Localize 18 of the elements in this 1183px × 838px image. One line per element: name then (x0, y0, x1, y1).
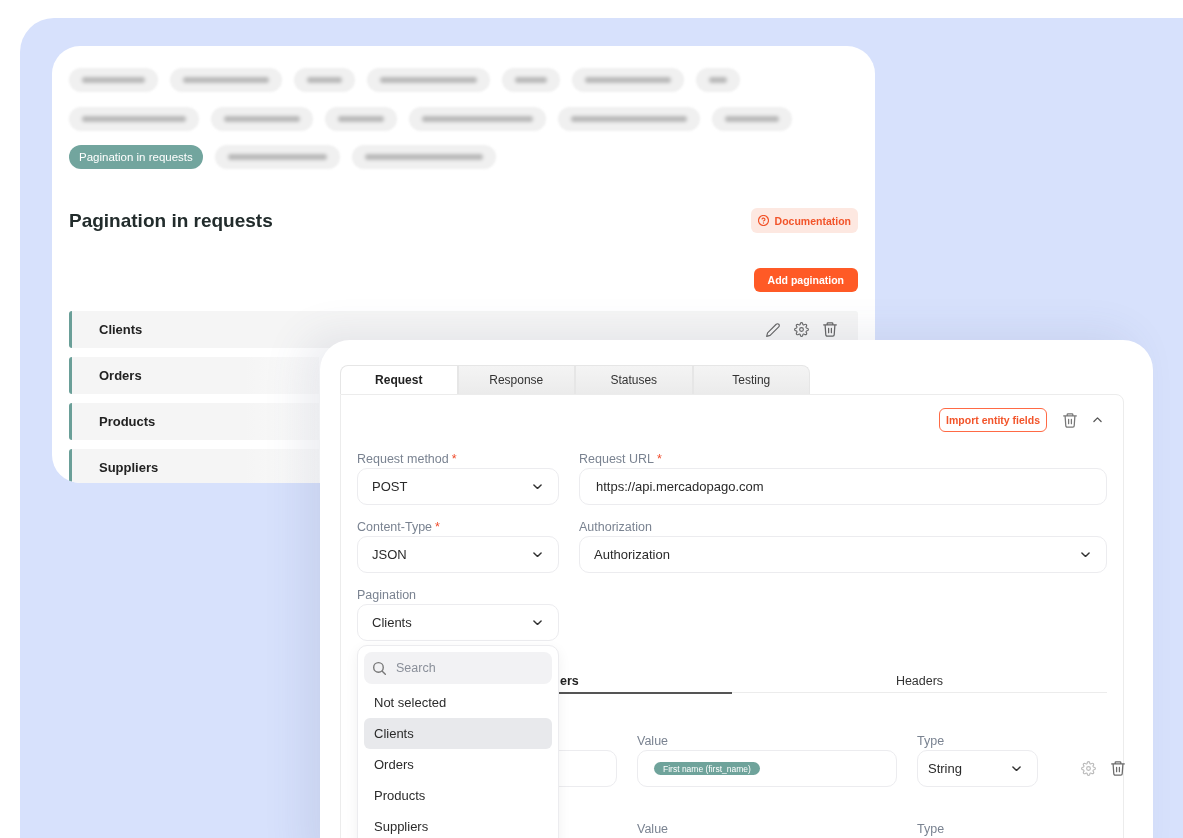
pagination-name: Orders (99, 368, 142, 383)
field-label: Type (917, 734, 946, 748)
pagination-name: Clients (99, 322, 143, 337)
required-mark: * (451, 452, 457, 466)
pagination-name: Products (99, 414, 156, 429)
field-tag: First name (first_name) (654, 762, 760, 775)
section-title: Pagination in requests (69, 209, 273, 232)
field-label: Value (637, 734, 670, 748)
required-mark: * (435, 520, 440, 534)
field-label: Request method (357, 452, 449, 466)
required-mark: * (657, 452, 662, 466)
field-label: Authorization (579, 520, 652, 534)
field-label: Request URL (579, 452, 655, 466)
field-label: Value (637, 822, 670, 836)
field-label: Type (917, 822, 946, 836)
pagination-name: Suppliers (99, 460, 159, 475)
field-label: Pagination (357, 588, 417, 602)
field-label: Content-Type (357, 520, 433, 534)
